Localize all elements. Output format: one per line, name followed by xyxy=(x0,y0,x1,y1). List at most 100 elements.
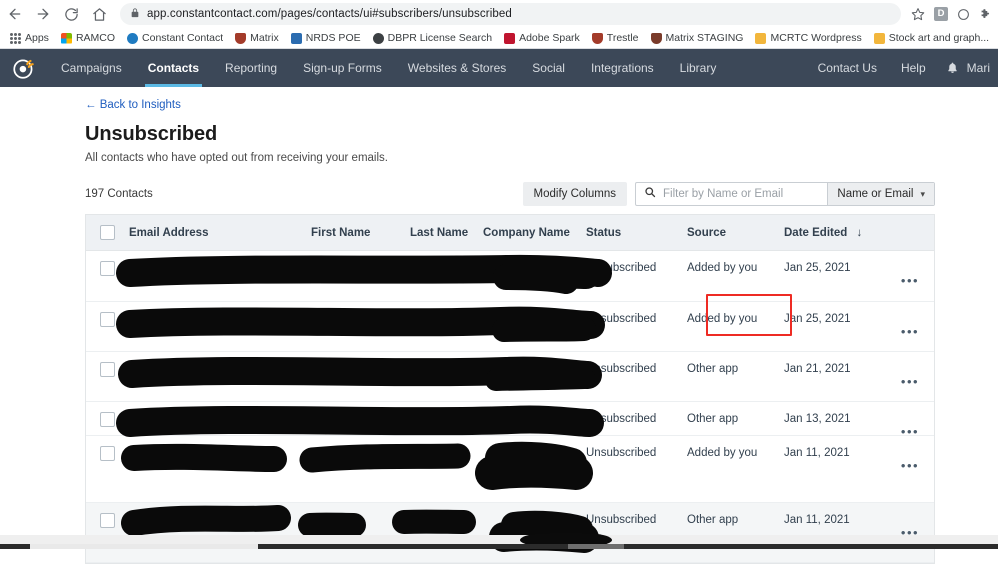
row-actions-menu-button[interactable]: ••• xyxy=(884,436,934,472)
table-row[interactable]: Unsubscribed Added by you Jan 25, 2021 •… xyxy=(86,302,934,352)
nav-item-contacts[interactable]: Contacts xyxy=(135,49,212,87)
search-field-wrapper[interactable] xyxy=(636,183,827,205)
cell-last-name xyxy=(410,436,483,447)
search-scope-select[interactable]: Name or Email ▾ xyxy=(827,183,934,205)
cell-email-address xyxy=(129,302,311,313)
nav-item-campaigns[interactable]: Campaigns xyxy=(48,49,135,87)
column-header-email-address[interactable]: Email Address xyxy=(129,227,311,239)
bookmark-constant-contact[interactable]: Constant Contact xyxy=(121,30,229,46)
row-actions-menu-button[interactable]: ••• xyxy=(884,352,934,388)
column-header-last-name[interactable]: Last Name xyxy=(410,227,483,239)
bookmark-label: Apps xyxy=(25,32,49,44)
date-edited-sort-highlight xyxy=(706,294,792,336)
bookmark-apps[interactable]: Apps xyxy=(4,30,55,46)
reload-icon[interactable] xyxy=(58,1,84,27)
checkbox-box xyxy=(100,362,115,377)
search-input[interactable] xyxy=(663,188,820,200)
cell-last-name xyxy=(410,503,483,514)
back-to-insights-link[interactable]: ← Back to Insights xyxy=(85,87,181,111)
bookmark-adobe-spark[interactable]: Adobe Spark xyxy=(498,30,586,46)
table-row[interactable]: Unsubscribed Other app Jan 21, 2021 ••• xyxy=(86,352,934,402)
home-icon[interactable] xyxy=(86,1,112,27)
cell-source: Other app xyxy=(687,363,739,375)
nav-item-websites-stores[interactable]: Websites & Stores xyxy=(395,49,519,87)
cell-status: Unsubscribed xyxy=(586,363,657,375)
nrds-icon xyxy=(290,32,302,44)
lock-icon xyxy=(130,5,140,23)
cell-last-name xyxy=(410,251,483,262)
checkbox-box xyxy=(100,446,115,461)
bookmark-matrix[interactable]: Matrix xyxy=(229,30,285,46)
bookmark-mcrtc-wordpress[interactable]: MCRTC Wordpress xyxy=(749,30,867,46)
constant-contact-logo-icon[interactable] xyxy=(0,49,48,87)
cell-date-edited: Jan 13, 2021 xyxy=(784,413,851,425)
bookmark-dbpr-license-search[interactable]: DBPR License Search xyxy=(367,30,498,46)
row-checkbox[interactable] xyxy=(86,251,129,276)
row-actions-menu-button[interactable]: ••• xyxy=(884,503,934,539)
bookmark-stock-art[interactable]: Stock art and graph... xyxy=(868,30,995,46)
column-header-company-name[interactable]: Company Name xyxy=(483,227,586,239)
checkbox-box xyxy=(100,513,115,528)
table-row[interactable]: Unsubscribed Added by you Jan 11, 2021 •… xyxy=(86,436,934,503)
ellipsis-icon: ••• xyxy=(900,424,920,439)
address-bar[interactable]: app.constantcontact.com/pages/contacts/u… xyxy=(120,3,901,25)
cell-email-address xyxy=(129,436,311,447)
nav-item-library[interactable]: Library xyxy=(667,49,730,87)
table-row[interactable]: Unsubscribed Other app Jan 13, 2021 ••• xyxy=(86,402,934,439)
row-checkbox[interactable] xyxy=(86,302,129,327)
cell-first-name xyxy=(311,436,410,447)
row-actions-menu-button[interactable]: ••• xyxy=(884,251,934,287)
bookmark-label: NRDS POE xyxy=(305,32,361,44)
search-scope-label: Name or Email xyxy=(837,188,914,200)
row-checkbox[interactable] xyxy=(86,436,129,461)
user-account-label[interactable]: Mari xyxy=(967,61,994,75)
table-toolbar: 197 Contacts Modify Columns Name or Emai… xyxy=(85,182,998,206)
page-body: Need to Sort by "Date Unsubscribed" ← Ba… xyxy=(0,87,998,564)
bookmark-ramco[interactable]: RAMCO xyxy=(55,30,121,46)
apps-grid-icon xyxy=(10,32,21,44)
cell-first-name xyxy=(311,251,410,262)
star-icon[interactable] xyxy=(911,7,925,21)
nav-item-integrations[interactable]: Integrations xyxy=(578,49,667,87)
row-checkbox[interactable] xyxy=(86,402,129,427)
row-checkbox[interactable] xyxy=(86,503,129,528)
bookmark-nrds-poe[interactable]: NRDS POE xyxy=(285,30,367,46)
bookmark-label: Constant Contact xyxy=(142,32,224,44)
cell-date-edited: Jan 11, 2021 xyxy=(784,514,850,526)
table-row[interactable]: Unsubscribed Other app Jan 11, 2021 ••• xyxy=(86,503,934,563)
checkbox-box xyxy=(100,412,115,427)
column-header-date-edited[interactable]: Date Edited ↓ xyxy=(784,227,884,239)
bookmark-label: Matrix xyxy=(250,32,279,44)
row-actions-menu-button[interactable]: ••• xyxy=(884,302,934,338)
column-header-source[interactable]: Source xyxy=(687,227,784,239)
bookmark-matrix-staging[interactable]: Matrix STAGING xyxy=(645,30,750,46)
nav-item-social[interactable]: Social xyxy=(519,49,578,87)
row-checkbox[interactable] xyxy=(86,352,129,377)
table-row[interactable]: Unsubscribed Added by you Jan 25, 2021 •… xyxy=(86,251,934,302)
checkbox-box xyxy=(100,225,115,240)
nav-item-help[interactable]: Help xyxy=(889,61,938,75)
select-all-checkbox[interactable] xyxy=(86,225,129,240)
page-title: Unsubscribed xyxy=(85,123,218,145)
column-header-first-name[interactable]: First Name xyxy=(311,227,410,239)
profile-badge-icon[interactable]: D xyxy=(934,7,948,21)
back-arrow-icon[interactable] xyxy=(2,1,28,27)
forward-arrow-icon[interactable] xyxy=(30,1,56,27)
puzzle-piece-icon[interactable] xyxy=(979,8,992,21)
nav-item-reporting[interactable]: Reporting xyxy=(212,49,290,87)
column-header-status[interactable]: Status xyxy=(586,227,687,239)
modify-columns-button[interactable]: Modify Columns xyxy=(522,182,627,206)
scrollbar-track[interactable] xyxy=(30,544,258,549)
bookmark-trestle[interactable]: Trestle xyxy=(586,30,645,46)
nav-label: Sign-up Forms xyxy=(303,61,382,75)
profile-circle-icon[interactable] xyxy=(957,8,970,21)
cell-email-address xyxy=(129,352,311,363)
omnibox-actions: D xyxy=(909,7,992,21)
nav-item-sign-up-forms[interactable]: Sign-up Forms xyxy=(290,49,395,87)
checkbox-box xyxy=(100,312,115,327)
cell-status: Unsubscribed xyxy=(586,514,657,526)
notification-bell-icon[interactable] xyxy=(938,61,967,75)
nav-item-contact-us[interactable]: Contact Us xyxy=(806,61,889,75)
cell-status: Unsubscribed xyxy=(586,313,657,325)
row-actions-menu-button[interactable]: ••• xyxy=(884,402,934,439)
